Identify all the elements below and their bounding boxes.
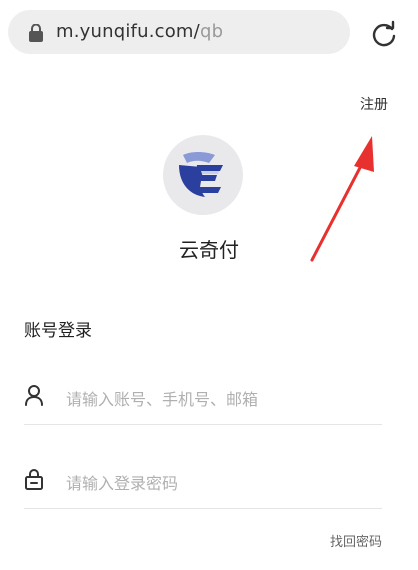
register-link[interactable]: 注册 — [360, 94, 388, 114]
url-path: qb — [199, 21, 224, 42]
app-logo — [163, 135, 243, 215]
reload-icon[interactable] — [370, 20, 398, 48]
account-field[interactable]: 请输入账号、手机号、邮箱 — [24, 366, 382, 425]
lock-icon — [25, 469, 43, 490]
account-input-placeholder: 请输入账号、手机号、邮箱 — [66, 390, 259, 409]
password-field[interactable]: 请输入登录密码 — [24, 450, 382, 509]
yunqifu-logo-icon — [179, 152, 223, 197]
password-input-placeholder: 请输入登录密码 — [66, 474, 179, 493]
url-text[interactable]: m.yunqifu.com/qb — [56, 21, 223, 42]
lock-icon — [29, 24, 43, 42]
user-icon — [25, 385, 43, 406]
app-name: 云奇付 — [179, 238, 239, 262]
url-host: m.yunqifu.com/ — [56, 21, 200, 42]
forgot-password-link[interactable]: 找回密码 — [330, 531, 382, 550]
address-bar[interactable]: m.yunqifu.com/qb — [8, 10, 350, 54]
login-section-title: 账号登录 — [24, 321, 92, 341]
